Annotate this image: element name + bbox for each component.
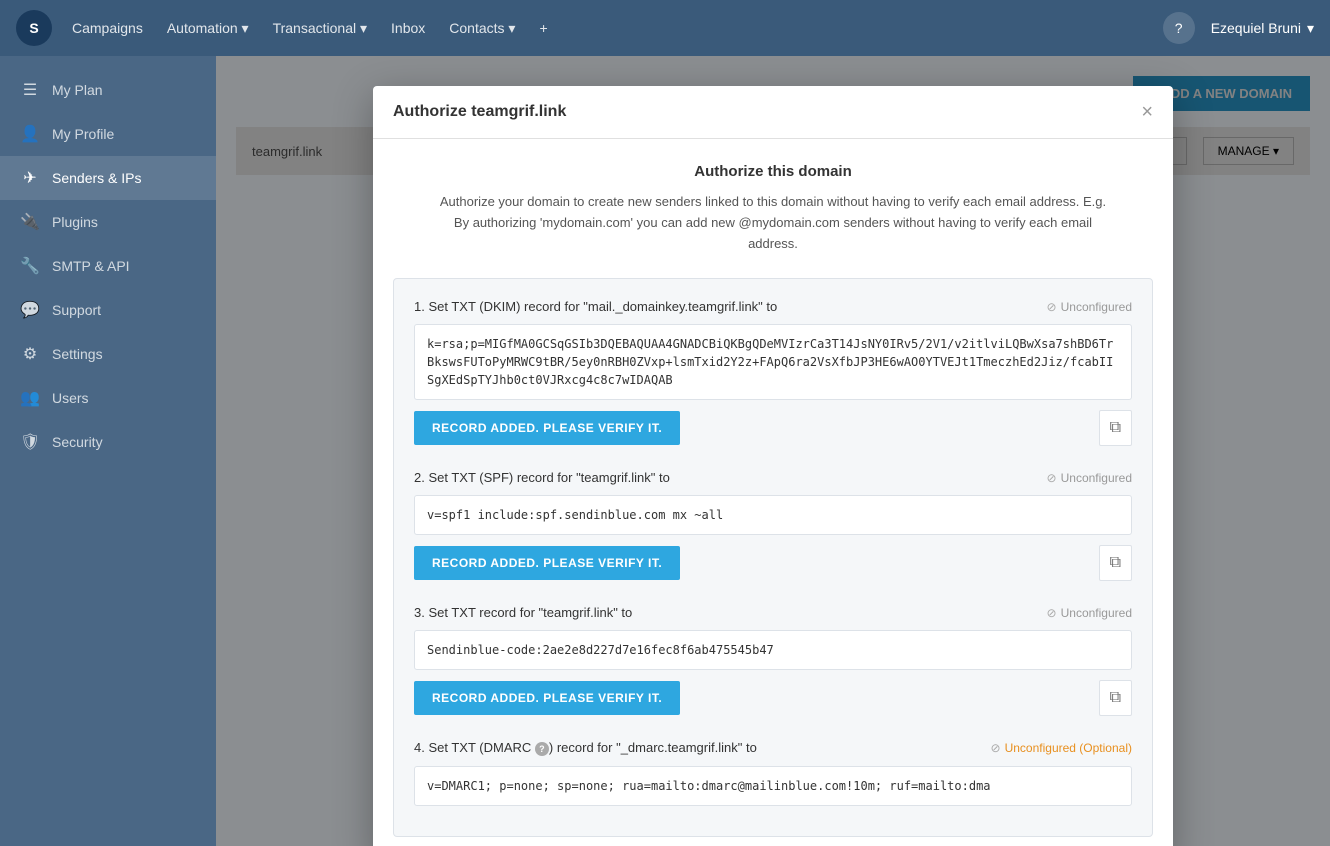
verify-record-2-button[interactable]: RECORD ADDED. PLEASE VERIFY IT. [414, 546, 680, 580]
app-body: ☰ My Plan 👤 My Profile ✈ Senders & IPs 🔌… [0, 56, 1330, 846]
app-logo[interactable]: S [16, 10, 52, 46]
user-name: Ezequiel Bruni [1211, 20, 1301, 36]
sidebar-label-senders-ips: Senders & IPs [52, 170, 142, 186]
nav-automation[interactable]: Automation ▾ [167, 16, 249, 41]
dns-record-4-status: ⊘ Unconfigured (Optional) [991, 741, 1132, 755]
modal-close-button[interactable]: × [1141, 102, 1153, 122]
sidebar-label-smtp-api: SMTP & API [52, 258, 130, 274]
copy-icon-3: ⧉ [1110, 689, 1121, 707]
settings-icon: ⚙ [20, 344, 40, 364]
user-menu[interactable]: Ezequiel Bruni ▾ [1211, 20, 1314, 37]
dns-record-2-header: 2. Set TXT (SPF) record for "teamgrif.li… [414, 470, 1132, 485]
modal-body: Authorize this domain Authorize your dom… [373, 139, 1173, 846]
authorize-title: Authorize this domain [393, 163, 1153, 180]
chevron-down-icon: ▾ [1307, 20, 1314, 37]
nav-links: Campaigns Automation ▾ Transactional ▾ I… [72, 16, 1143, 41]
senders-icon: ✈ [20, 168, 40, 188]
smtp-icon: 🔧 [20, 256, 40, 276]
nav-add[interactable]: + [539, 16, 547, 41]
dns-record-3-status: ⊘ Unconfigured [1047, 606, 1132, 620]
dns-record-3-value: Sendinblue-code:2ae2e8d227d7e16fec8f6ab4… [414, 630, 1132, 670]
dns-record-4-status-text: Unconfigured (Optional) [1005, 741, 1132, 755]
dns-record-2-actions: RECORD ADDED. PLEASE VERIFY IT. ⧉ [414, 545, 1132, 581]
sidebar-label-security: Security [52, 434, 103, 450]
sidebar-label-users: Users [52, 390, 89, 406]
security-icon: 🛡 [20, 432, 40, 452]
unconfigured-icon-2: ⊘ [1047, 471, 1057, 485]
dns-record-4: 4. Set TXT (DMARC ?) record for "_dmarc.… [414, 740, 1132, 806]
sidebar: ☰ My Plan 👤 My Profile ✈ Senders & IPs 🔌… [0, 56, 216, 846]
sidebar-label-my-plan: My Plan [52, 82, 103, 98]
nav-right: ? Ezequiel Bruni ▾ [1163, 12, 1314, 44]
copy-record-3-button[interactable]: ⧉ [1099, 680, 1132, 716]
dns-record-4-header: 4. Set TXT (DMARC ?) record for "_dmarc.… [414, 740, 1132, 756]
dns-record-4-label: 4. Set TXT (DMARC ?) record for "_dmarc.… [414, 740, 757, 756]
verify-record-3-button[interactable]: RECORD ADDED. PLEASE VERIFY IT. [414, 681, 680, 715]
dns-record-1-actions: RECORD ADDED. PLEASE VERIFY IT. ⧉ [414, 410, 1132, 446]
main-content: + ADD A NEW DOMAIN teamgrif.link VERIFY … [216, 56, 1330, 846]
profile-icon: 👤 [20, 124, 40, 144]
unconfigured-icon-4: ⊘ [991, 741, 1001, 755]
modal-header: Authorize teamgrif.link × [373, 86, 1173, 139]
unconfigured-icon-3: ⊘ [1047, 606, 1057, 620]
sidebar-item-settings[interactable]: ⚙ Settings [0, 332, 216, 376]
sidebar-item-my-profile[interactable]: 👤 My Profile [0, 112, 216, 156]
dns-record-1-status: ⊘ Unconfigured [1047, 300, 1132, 314]
copy-icon-2: ⧉ [1110, 554, 1121, 572]
sidebar-item-smtp-api[interactable]: 🔧 SMTP & API [0, 244, 216, 288]
users-icon: 👥 [20, 388, 40, 408]
dns-record-3-actions: RECORD ADDED. PLEASE VERIFY IT. ⧉ [414, 680, 1132, 716]
dns-record-2-value: v=spf1 include:spf.sendinblue.com mx ~al… [414, 495, 1132, 535]
sidebar-label-settings: Settings [52, 346, 103, 362]
dns-record-1-header: 1. Set TXT (DKIM) record for "mail._doma… [414, 299, 1132, 314]
copy-record-1-button[interactable]: ⧉ [1099, 410, 1132, 446]
modal-overlay: Authorize teamgrif.link × Authorize this… [216, 56, 1330, 846]
nav-inbox[interactable]: Inbox [391, 16, 425, 41]
copy-record-2-button[interactable]: ⧉ [1099, 545, 1132, 581]
authorize-description: Authorize your domain to create new send… [433, 192, 1113, 254]
dns-record-3-status-text: Unconfigured [1061, 606, 1132, 620]
verify-record-1-button[interactable]: RECORD ADDED. PLEASE VERIFY IT. [414, 411, 680, 445]
dns-record-2-status-text: Unconfigured [1061, 471, 1132, 485]
dns-records-container: 1. Set TXT (DKIM) record for "mail._doma… [393, 278, 1153, 837]
plugins-icon: 🔌 [20, 212, 40, 232]
sidebar-item-my-plan[interactable]: ☰ My Plan [0, 68, 216, 112]
nav-transactional[interactable]: Transactional ▾ [273, 16, 367, 41]
sidebar-label-plugins: Plugins [52, 214, 98, 230]
sidebar-label-my-profile: My Profile [52, 126, 114, 142]
dns-record-3-header: 3. Set TXT record for "teamgrif.link" to… [414, 605, 1132, 620]
unconfigured-icon-1: ⊘ [1047, 300, 1057, 314]
dns-record-2-label: 2. Set TXT (SPF) record for "teamgrif.li… [414, 470, 670, 485]
nav-campaigns[interactable]: Campaigns [72, 16, 143, 41]
dns-record-1-status-text: Unconfigured [1061, 300, 1132, 314]
help-button[interactable]: ? [1163, 12, 1195, 44]
sidebar-item-users[interactable]: 👥 Users [0, 376, 216, 420]
sidebar-item-security[interactable]: 🛡 Security [0, 420, 216, 464]
copy-icon-1: ⧉ [1110, 419, 1121, 437]
dns-record-3-label: 3. Set TXT record for "teamgrif.link" to [414, 605, 632, 620]
dns-record-1: 1. Set TXT (DKIM) record for "mail._doma… [414, 299, 1132, 446]
sidebar-label-support: Support [52, 302, 101, 318]
dns-record-1-label: 1. Set TXT (DKIM) record for "mail._doma… [414, 299, 777, 314]
nav-contacts[interactable]: Contacts ▾ [449, 16, 515, 41]
support-icon: 💬 [20, 300, 40, 320]
dns-record-2-status: ⊘ Unconfigured [1047, 471, 1132, 485]
plan-icon: ☰ [20, 80, 40, 100]
top-nav: S Campaigns Automation ▾ Transactional ▾… [0, 0, 1330, 56]
dns-record-4-value: v=DMARC1; p=none; sp=none; rua=mailto:dm… [414, 766, 1132, 806]
dns-record-2: 2. Set TXT (SPF) record for "teamgrif.li… [414, 470, 1132, 581]
dns-record-3: 3. Set TXT record for "teamgrif.link" to… [414, 605, 1132, 716]
sidebar-item-senders-ips[interactable]: ✈ Senders & IPs [0, 156, 216, 200]
authorize-modal: Authorize teamgrif.link × Authorize this… [373, 86, 1173, 846]
dns-record-1-value: k=rsa;p=MIGfMA0GCSqGSIb3DQEBAQUAA4GNADCB… [414, 324, 1132, 400]
sidebar-item-plugins[interactable]: 🔌 Plugins [0, 200, 216, 244]
modal-title: Authorize teamgrif.link [393, 103, 566, 121]
sidebar-item-support[interactable]: 💬 Support [0, 288, 216, 332]
